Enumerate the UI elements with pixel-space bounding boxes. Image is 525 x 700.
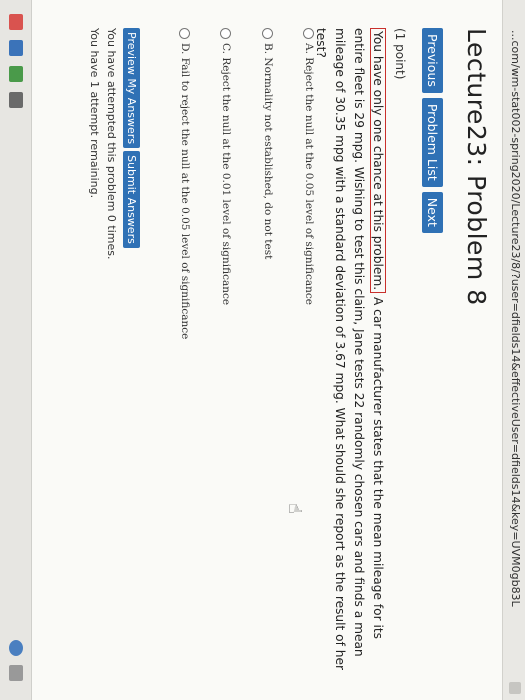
option-b-label[interactable]: B. Normality not established, do not tes…	[262, 43, 274, 259]
tray-icon[interactable]	[9, 665, 23, 681]
preview-answers-button[interactable]: Preview My Answers	[123, 28, 140, 149]
radio-b[interactable]	[262, 28, 274, 39]
problem-list-button[interactable]: Problem List	[422, 97, 443, 187]
attempts-remaining: You have 1 attempt remaining.	[88, 28, 101, 199]
app-icon[interactable]	[9, 14, 23, 30]
points-label: (1 point)	[393, 28, 407, 80]
problem-navigation: Previous Problem List Next	[422, 28, 443, 233]
radio-c[interactable]	[220, 28, 232, 39]
url-text[interactable]: ...com/wm-stat002-spring2020/Lecture23/8…	[509, 30, 522, 607]
rotated-screen: ...com/wm-stat002-spring2020/Lecture23/8…	[0, 0, 525, 700]
attempts-status: You have attempted this problem 0 times.	[105, 28, 118, 260]
previous-button[interactable]: Previous	[422, 28, 443, 93]
os-taskbar	[0, 0, 32, 700]
option-c[interactable]: C. Reject the null at the 0.01 level of …	[220, 28, 232, 305]
app-icon[interactable]	[9, 40, 23, 56]
next-button[interactable]: Next	[422, 191, 443, 233]
extension-icon[interactable]	[509, 682, 521, 694]
hand-cursor-icon: ☝	[284, 503, 305, 514]
radio-a[interactable]	[303, 28, 315, 39]
tray-icon[interactable]	[9, 640, 23, 656]
option-d-label[interactable]: D. Fail to reject the null at the 0.05 l…	[179, 43, 191, 339]
radio-d[interactable]	[179, 28, 191, 39]
submit-answers-button[interactable]: Submit Answers	[123, 151, 140, 248]
option-a-label[interactable]: A. Reject the null at the 0.05 level of …	[303, 43, 315, 305]
option-a[interactable]: A. Reject the null at the 0.05 level of …	[303, 28, 315, 305]
app-icon[interactable]	[9, 92, 23, 108]
answer-actions: Preview My Answers Submit Answers	[123, 28, 140, 248]
page-title: Lecture23: Problem 8	[462, 28, 491, 306]
option-d[interactable]: D. Fail to reject the null at the 0.05 l…	[179, 28, 191, 339]
app-icon[interactable]	[9, 66, 23, 82]
browser-address-bar[interactable]: ...com/wm-stat002-spring2020/Lecture23/8…	[502, 0, 525, 700]
option-c-label[interactable]: C. Reject the null at the 0.01 level of …	[220, 43, 232, 305]
one-chance-warning: You have only one chance at this problem…	[370, 28, 386, 294]
option-b[interactable]: B. Normality not established, do not tes…	[262, 28, 274, 259]
problem-statement: You have only one chance at this problem…	[311, 28, 387, 678]
